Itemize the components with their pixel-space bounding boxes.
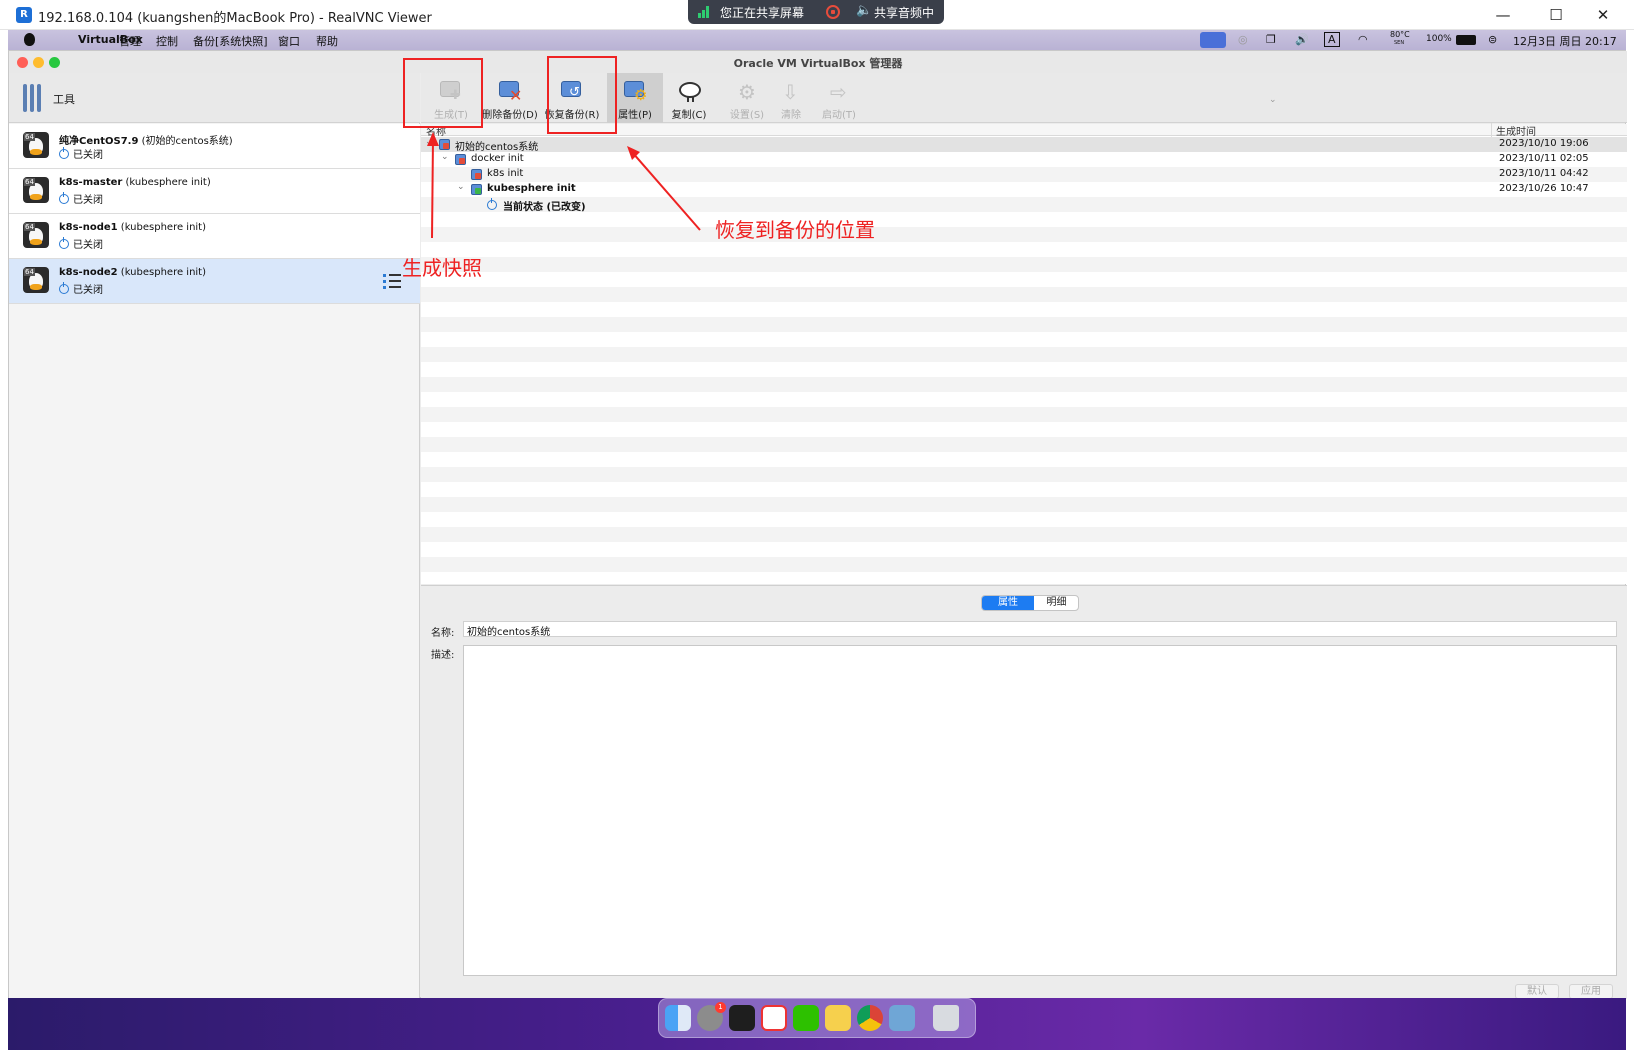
annotation-restore-position: 恢复到备份的位置 [715, 218, 875, 242]
annotation-take-snapshot: 生成快照 [402, 256, 482, 280]
annotation-arrows [427, 132, 701, 239]
